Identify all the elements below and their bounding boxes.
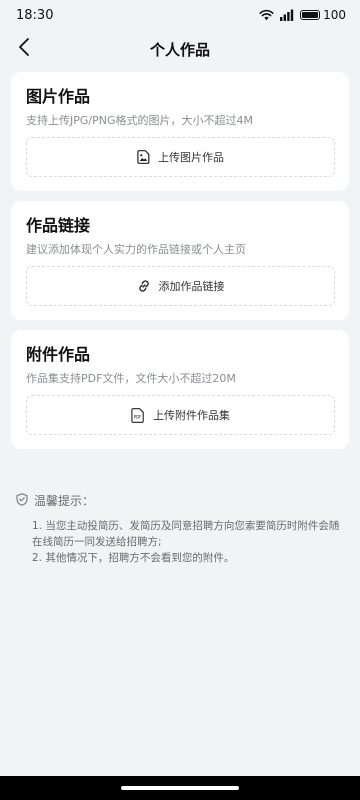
section-title: 图片作品 — [26, 87, 91, 106]
battery-fill — [302, 12, 319, 18]
add-link-button[interactable]: 添加作品链接 — [26, 266, 335, 306]
pdf-file-icon: PDF — [131, 407, 145, 423]
work-links-card: 作品链接 建议添加体现个人实力的作品链接或个人主页 添加作品链接 — [11, 201, 349, 320]
wifi-icon — [259, 9, 274, 21]
nav-bar: 个人作品 — [0, 30, 360, 68]
tips-list: 1. 当您主动投简历、发简历及同意招聘方向您索要简历时附件会随在线简历一同发送给… — [16, 518, 344, 566]
section-title: 作品链接 — [26, 216, 91, 235]
home-indicator[interactable] — [121, 786, 239, 790]
upload-image-button[interactable]: 上传图片作品 — [26, 137, 335, 177]
tips-header: 温馨提示： — [16, 491, 344, 510]
battery-indicator: 100 — [300, 8, 346, 22]
section-description: 支持上传JPG/PNG格式的图片，大小不超过4M — [26, 114, 253, 127]
upload-button-label: 上传图片作品 — [158, 151, 224, 164]
attachment-works-card: 附件作品 作品集支持PDF文件，文件大小不超过20M PDF 上传附件作品集 — [11, 330, 349, 449]
status-icons: 100 — [259, 8, 346, 22]
back-button[interactable] — [10, 35, 38, 63]
upload-button-label: 上传附件作品集 — [153, 409, 230, 422]
image-icon — [137, 150, 150, 164]
section-description: 建议添加体现个人实力的作品链接或个人主页 — [26, 243, 246, 256]
upload-button-label: 添加作品链接 — [158, 280, 225, 293]
battery-percent: 100 — [323, 8, 346, 22]
shield-check-icon — [16, 491, 28, 510]
signal-icon — [280, 9, 294, 21]
pdf-icon-text: PDF — [134, 414, 142, 419]
page-title: 个人作品 — [149, 40, 210, 59]
image-works-card: 图片作品 支持上传JPG/PNG格式的图片，大小不超过4M 上传图片作品 — [11, 72, 349, 191]
section-description: 作品集支持PDF文件，文件大小不超过20M — [26, 372, 236, 385]
status-time: 18:30 — [16, 7, 54, 23]
tips-title: 温馨提示： — [34, 494, 95, 508]
section-title: 附件作品 — [26, 345, 91, 364]
tips-section: 温馨提示： 1. 当您主动投简历、发简历及同意招聘方向您索要简历时附件会随在线简… — [16, 491, 344, 566]
gesture-bar — [0, 776, 360, 800]
chevron-left-icon — [18, 37, 30, 61]
battery-icon — [300, 10, 321, 20]
tips-item: 1. 当您主动投简历、发简历及同意招聘方向您索要简历时附件会随在线简历一同发送给… — [32, 520, 340, 548]
upload-attachment-button[interactable]: PDF 上传附件作品集 — [26, 395, 335, 435]
status-bar: 18:30 100 — [0, 0, 360, 30]
link-icon — [137, 279, 151, 293]
tips-item: 2. 其他情况下，招聘方不会看到您的附件。 — [32, 552, 235, 564]
